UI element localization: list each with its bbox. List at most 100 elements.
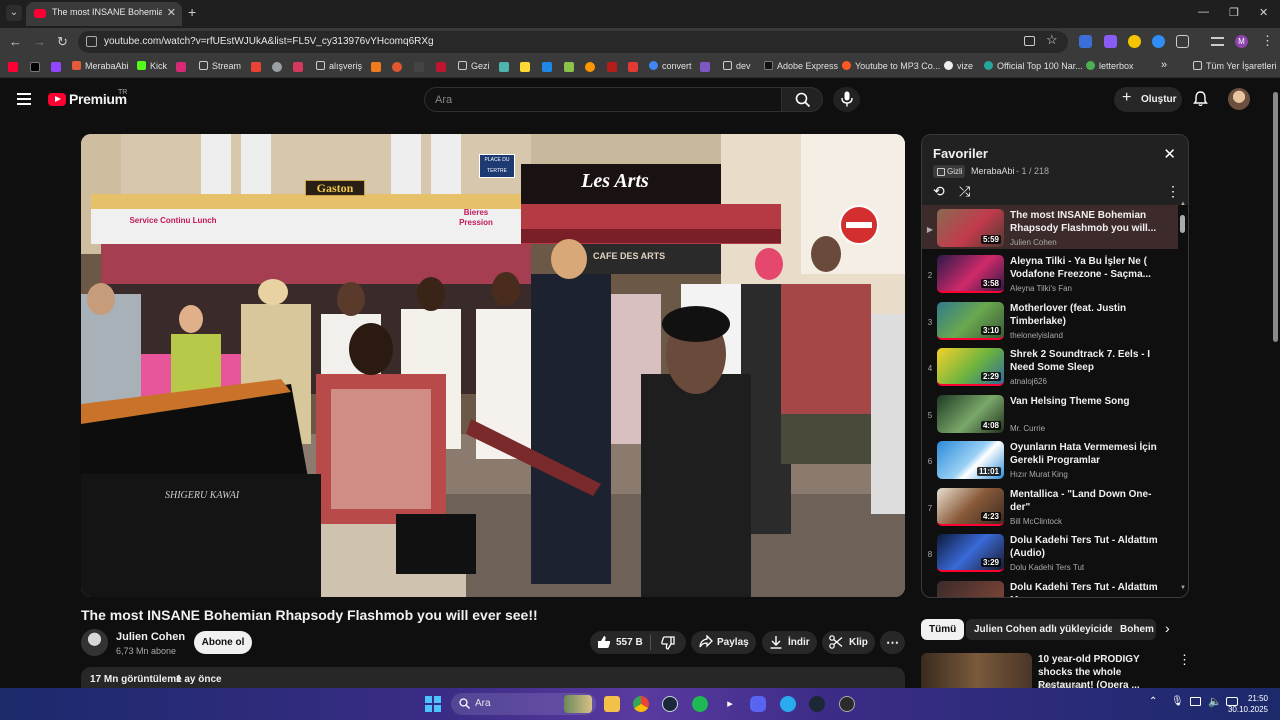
extensions-puzzle-icon[interactable] bbox=[1176, 35, 1189, 48]
recommendation-menu-icon[interactable]: ⋮ bbox=[1178, 652, 1191, 668]
bookmark-folder-stream[interactable]: Stream bbox=[199, 61, 241, 71]
steam-client-icon[interactable] bbox=[809, 696, 825, 712]
youtube-logo-icon[interactable] bbox=[48, 93, 66, 106]
cast-icon[interactable] bbox=[1024, 36, 1035, 46]
bookmark-kick[interactable]: Kick bbox=[137, 61, 167, 71]
address-bar[interactable]: youtube.com/watch?v=rfUEstWJUkA&list=FL5… bbox=[78, 31, 1068, 53]
mic-tray-icon[interactable]: 🎙 bbox=[1171, 696, 1184, 707]
monitor-tray-icon[interactable] bbox=[1190, 697, 1201, 706]
dark-red-bookmark-icon[interactable] bbox=[607, 62, 617, 72]
volume-icon[interactable]: 🔈 bbox=[1208, 695, 1222, 708]
playlist-menu-icon[interactable]: ⋮ bbox=[1166, 183, 1180, 200]
circle-bookmark-icon[interactable] bbox=[392, 62, 402, 72]
photo-bookmark-icon[interactable] bbox=[293, 62, 303, 72]
forward-arrow-icon[interactable]: → bbox=[33, 34, 46, 49]
gmail-bookmark-icon[interactable] bbox=[251, 62, 261, 72]
orange-bookmark-icon[interactable] bbox=[585, 62, 595, 72]
t-bookmark-icon[interactable] bbox=[520, 62, 530, 72]
video-player[interactable]: Gaston Les Arts Service Continu Lunch Bi… bbox=[81, 134, 905, 597]
reading-list-icon[interactable] bbox=[1211, 37, 1224, 46]
search-button[interactable] bbox=[781, 87, 823, 112]
file-explorer-icon[interactable] bbox=[604, 696, 620, 712]
playlist-owner[interactable]: MerabaAbi bbox=[971, 166, 1015, 176]
playlist-item[interactable]: 6 11:01 Oyunların Hata Vermemesi İçin Ge… bbox=[922, 437, 1178, 481]
new-tab-plus-icon[interactable]: + bbox=[188, 4, 196, 20]
tray-chevron-icon[interactable]: ⌃ bbox=[1149, 696, 1157, 707]
bookmark-folder-alisveris[interactable]: alışveriş bbox=[316, 61, 362, 71]
create-button[interactable]: + Oluştur bbox=[1114, 87, 1182, 112]
scroll-up-icon[interactable]: ▲ bbox=[1180, 201, 1186, 207]
youtube-bookmark-icon[interactable] bbox=[8, 62, 18, 72]
playlist-item[interactable]: 4 2:29 Shrek 2 Soundtrack 7. Eels - I Ne… bbox=[922, 344, 1178, 388]
playlist-item[interactable]: 3 3:10 Motherlover (feat. Justin Timberl… bbox=[922, 298, 1178, 342]
spotify-icon[interactable] bbox=[692, 696, 708, 712]
steam-icon[interactable] bbox=[662, 696, 678, 712]
bookmark-letterbox[interactable]: letterbox bbox=[1086, 61, 1134, 71]
bookmark-folder-gezi[interactable]: Gezi bbox=[458, 61, 490, 71]
bookmark-star-icon[interactable]: ☆ bbox=[1046, 32, 1058, 48]
restore-window-icon[interactable]: ❐ bbox=[1229, 6, 1239, 19]
bookmark-vize[interactable]: vize bbox=[944, 61, 973, 71]
bookmark-adobe-express[interactable]: Adobe Express bbox=[764, 61, 838, 71]
chrome-icon[interactable] bbox=[633, 696, 649, 712]
twitch-bookmark-icon[interactable] bbox=[51, 62, 61, 72]
menu-hamburger-icon[interactable] bbox=[17, 93, 31, 105]
playlist-item[interactable]: ▶ 5:59 The most INSANE Bohemian Rhapsody… bbox=[922, 205, 1178, 249]
more-bookmarks-chevron-icon[interactable]: » bbox=[1161, 59, 1167, 71]
voice-search-button[interactable] bbox=[833, 87, 860, 112]
bookmark-folder-dev[interactable]: dev bbox=[723, 61, 751, 71]
clip-button[interactable]: Klip bbox=[822, 631, 875, 654]
bookmark-convert[interactable]: convert bbox=[649, 61, 692, 71]
tab-close-icon[interactable]: ✕ bbox=[167, 6, 176, 19]
x-bookmark-icon[interactable] bbox=[30, 62, 40, 72]
browser-tab[interactable]: The most INSANE Bohemian Rh ✕ bbox=[26, 2, 182, 26]
site-info-icon[interactable] bbox=[86, 36, 97, 47]
playlist-item[interactable]: 7 4:23 Mentallica - "Land Down One-der" … bbox=[922, 484, 1178, 528]
loop-icon[interactable]: ⟲ bbox=[933, 183, 945, 200]
bookmark-all-bookmarks[interactable]: Tüm Yer İşaretleri bbox=[1193, 61, 1277, 71]
search-box[interactable] bbox=[424, 87, 782, 112]
map-bookmark-icon[interactable] bbox=[499, 62, 509, 72]
purple-bookmark-icon[interactable] bbox=[700, 62, 710, 72]
playlist-item[interactable]: 5 4:08 Van Helsing Theme Song Mr. Currie bbox=[922, 391, 1178, 435]
media-play-icon[interactable]: ▸ bbox=[722, 696, 738, 712]
playlist-item[interactable]: 2 3:58 Aleyna Tilki - Ya Bu İşler Ne ( V… bbox=[922, 251, 1178, 295]
telegram-icon[interactable] bbox=[780, 696, 796, 712]
vpn-extension-icon[interactable] bbox=[1152, 35, 1165, 48]
coin-extension-icon[interactable] bbox=[1128, 35, 1141, 48]
translate-extension-icon[interactable] bbox=[1079, 35, 1092, 48]
browser-menu-icon[interactable]: ⋮ bbox=[1261, 33, 1274, 49]
scroll-down-icon[interactable]: ▼ bbox=[1180, 585, 1186, 591]
red-bookmark-icon[interactable] bbox=[436, 62, 446, 72]
dislike-button[interactable] bbox=[651, 631, 686, 654]
k-bookmark-icon[interactable] bbox=[414, 62, 424, 72]
back-arrow-icon[interactable]: ← bbox=[9, 34, 22, 49]
pen-extension-icon[interactable] bbox=[1104, 35, 1117, 48]
chip-all[interactable]: Tümü bbox=[921, 619, 965, 640]
x-red-bookmark-icon[interactable] bbox=[628, 62, 638, 72]
bookmark-youtube-mp3[interactable]: Youtube to MP3 Co... bbox=[842, 61, 940, 71]
subscribe-button[interactable]: Abone ol bbox=[194, 631, 252, 654]
more-actions-icon[interactable]: ⋯ bbox=[880, 631, 905, 654]
chip-bohem[interactable]: Bohem bbox=[1112, 619, 1156, 640]
channel-name[interactable]: Julien Cohen bbox=[116, 631, 185, 643]
recommendation-thumbnail[interactable] bbox=[921, 653, 1032, 691]
playlist-item[interactable]: Dolu Kadehi Ters Tut - Aldattım M... bbox=[922, 577, 1178, 597]
windows-start-icon[interactable] bbox=[425, 696, 441, 712]
taskbar-clock[interactable]: 21:50 30.10.2025 bbox=[1228, 693, 1268, 715]
playlist-item[interactable]: 8 3:29 Dolu Kadehi Ters Tut - Aldattım (… bbox=[922, 530, 1178, 574]
chips-next-chevron-icon[interactable]: › bbox=[1165, 620, 1170, 636]
shuffle-icon[interactable]: ⤮ bbox=[959, 183, 970, 200]
search-input[interactable] bbox=[435, 92, 765, 108]
green-bookmark-icon[interactable] bbox=[564, 62, 574, 72]
playlist-scrollbar-thumb[interactable] bbox=[1180, 215, 1185, 233]
like-button[interactable]: 557 B bbox=[590, 631, 650, 654]
playlist-close-icon[interactable]: ✕ bbox=[1163, 145, 1176, 163]
discord-icon[interactable] bbox=[750, 696, 766, 712]
blue-bookmark-icon[interactable] bbox=[542, 62, 552, 72]
globe-bookmark-icon[interactable] bbox=[272, 62, 282, 72]
minimize-window-icon[interactable]: — bbox=[1198, 6, 1209, 18]
account-avatar[interactable] bbox=[1228, 88, 1250, 110]
instagram-bookmark-icon[interactable] bbox=[176, 62, 186, 72]
reload-icon[interactable]: ↻ bbox=[57, 34, 68, 50]
